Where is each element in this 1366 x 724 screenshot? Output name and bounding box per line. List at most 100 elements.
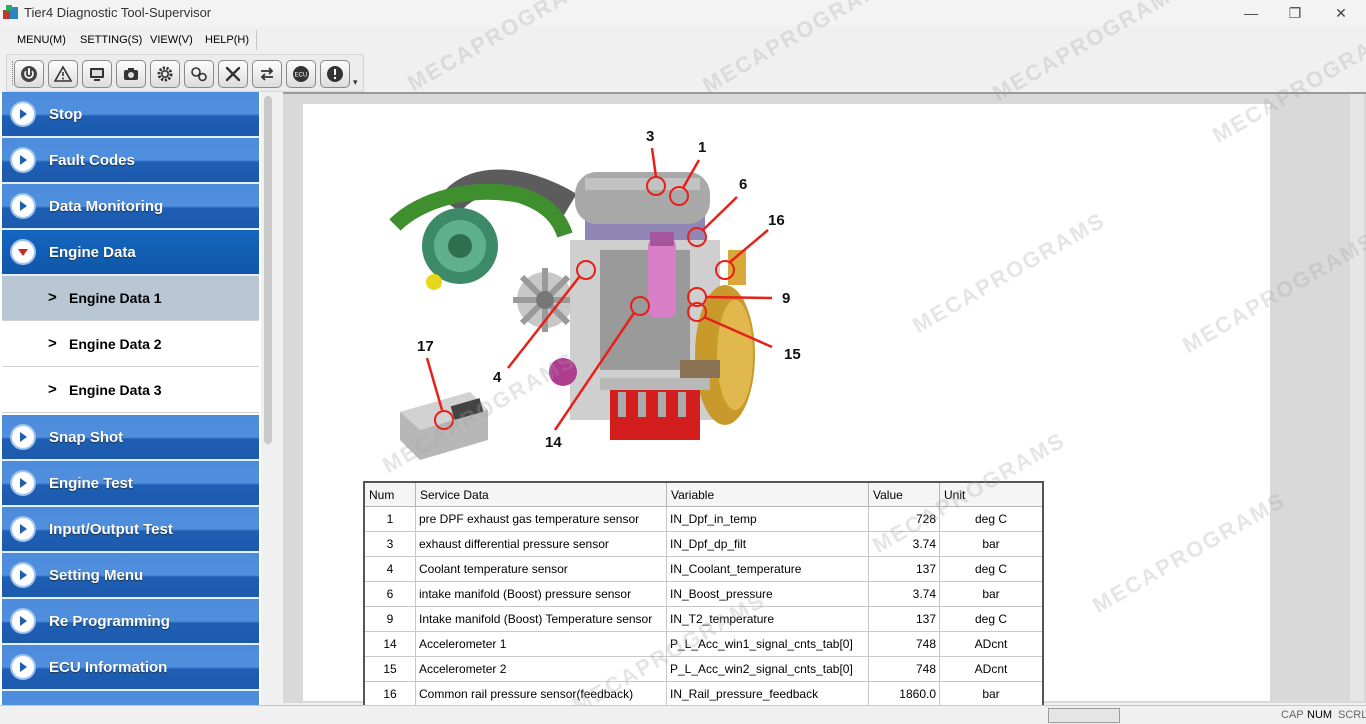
cell-unit: ADcnt (939, 631, 1044, 657)
sidebar-item-label: Snap Shot (49, 429, 124, 446)
table-row[interactable]: 3 exhaust differential pressure sensor I… (363, 531, 1044, 557)
minimize-button[interactable]: — (1228, 0, 1274, 26)
menu-help[interactable]: HELP(H) (205, 34, 249, 46)
sidebar-item-data-monitoring[interactable]: Data Monitoring (2, 184, 259, 230)
sidebar-item-engine-data[interactable]: Engine Data (2, 230, 259, 276)
sidebar: Stop Fault Codes Data Monitoring Engine … (0, 92, 261, 723)
sidebar-item-label: Setting Menu (49, 567, 144, 584)
callout-label: 14 (545, 434, 562, 451)
table-row[interactable]: 16 Common rail pressure sensor(feedback)… (363, 681, 1044, 708)
sidebar-item-ecu-information[interactable]: ECU Information (2, 645, 259, 691)
sidebar-subitem-engine-data-2[interactable]: > Engine Data 2 (2, 322, 259, 367)
callout-label: 15 (784, 346, 801, 363)
cell-num: 16 (363, 681, 416, 708)
fault-warning-button[interactable] (48, 60, 78, 88)
gear-icon (157, 66, 173, 82)
table-row[interactable]: 4 Coolant temperature sensor IN_Coolant_… (363, 556, 1044, 582)
sidebar-item-setting-menu[interactable]: Setting Menu (2, 553, 259, 599)
menu-setting[interactable]: SETTING(S) (80, 34, 142, 46)
cell-service-data: Coolant temperature sensor (415, 556, 667, 582)
toolbar-overflow-icon[interactable]: ▾ (353, 77, 358, 88)
chevron-right-icon: > (48, 381, 57, 398)
callout-label: 9 (782, 290, 791, 307)
sidebar-item-label: Fault Codes (49, 152, 135, 169)
cell-variable: IN_Boost_pressure (666, 581, 869, 607)
sidebar-item-re-programming[interactable]: Re Programming (2, 599, 259, 645)
content-scrollbar[interactable] (1350, 94, 1364, 701)
play-arrow-icon (12, 564, 34, 586)
status-scrl-indicator: SCRL (1338, 709, 1366, 721)
cell-num: 15 (363, 656, 416, 682)
table-row[interactable]: 6 intake manifold (Boost) pressure senso… (363, 581, 1044, 607)
sidebar-subitem-engine-data-3[interactable]: > Engine Data 3 (2, 368, 259, 413)
cell-variable: IN_Rail_pressure_feedback (666, 681, 869, 708)
cell-variable: IN_Dpf_in_temp (666, 506, 869, 532)
column-header-num[interactable]: Num (363, 481, 416, 507)
menu-menu[interactable]: MENU(M) (17, 34, 66, 46)
monitor-button[interactable] (82, 60, 112, 88)
sidebar-item-snap-shot[interactable]: Snap Shot (2, 415, 259, 461)
status-cap-indicator: CAP (1281, 709, 1304, 721)
table-row[interactable]: 9 Intake manifold (Boost) Temperature se… (363, 606, 1044, 632)
column-header-value[interactable]: Value (868, 481, 940, 507)
settings-button[interactable] (150, 60, 180, 88)
column-header-variable[interactable]: Variable (666, 481, 869, 507)
sidebar-scrollbar-thumb[interactable] (264, 96, 272, 444)
play-arrow-icon (12, 472, 34, 494)
status-progress-box (1048, 708, 1120, 723)
callout-label: 16 (768, 212, 785, 229)
sidebar-item-label: Input/Output Test (49, 521, 173, 538)
sidebar-item-stop[interactable]: Stop (2, 92, 259, 138)
engine-data-table: Num Service Data Variable Value Unit 1 p… (363, 481, 1044, 708)
transfer-button[interactable] (252, 60, 282, 88)
sidebar-subitem-label: Engine Data 3 (69, 382, 162, 398)
play-arrow-icon (12, 103, 34, 125)
sidebar-item-engine-test[interactable]: Engine Test (2, 461, 259, 507)
status-bar: CAP NUM SCRL (0, 705, 1366, 724)
cell-unit: deg C (939, 556, 1044, 582)
cell-service-data: intake manifold (Boost) pressure sensor (415, 581, 667, 607)
snapshot-button[interactable] (116, 60, 146, 88)
sidebar-item-fault-codes[interactable]: Fault Codes (2, 138, 259, 184)
cell-service-data: pre DPF exhaust gas temperature sensor (415, 506, 667, 532)
column-header-service-data[interactable]: Service Data (415, 481, 667, 507)
ecu-button[interactable]: ECU (286, 60, 316, 88)
cell-value: 748 (868, 631, 940, 657)
cell-unit: bar (939, 531, 1044, 557)
column-header-unit[interactable]: Unit (939, 481, 1044, 507)
alert-button[interactable] (320, 60, 350, 88)
cell-num: 14 (363, 631, 416, 657)
cell-service-data: exhaust differential pressure sensor (415, 531, 667, 557)
tools-icon (225, 66, 241, 82)
chevron-right-icon: > (48, 335, 57, 352)
cell-service-data: Accelerometer 2 (415, 656, 667, 682)
camera-icon (124, 68, 138, 80)
cell-value: 728 (868, 506, 940, 532)
cell-value: 1860.0 (868, 681, 940, 708)
table-header-row: Num Service Data Variable Value Unit (363, 481, 1044, 507)
toolbar: ECU ▾ (6, 54, 364, 92)
cell-value: 137 (868, 556, 940, 582)
sidebar-item-label: ECU Information (49, 659, 168, 676)
close-button[interactable]: ✕ (1318, 0, 1364, 26)
sidebar-item-label: Engine Test (49, 475, 133, 492)
sidebar-item-label: Engine Data (49, 244, 136, 261)
cell-num: 9 (363, 606, 416, 632)
play-arrow-icon (12, 656, 34, 678)
menu-separator (256, 30, 257, 50)
table-row[interactable]: 14 Accelerometer 1 P_L_Acc_win1_signal_c… (363, 631, 1044, 657)
app-icon (3, 5, 18, 19)
maximize-button[interactable]: ❐ (1272, 0, 1318, 26)
cell-value: 137 (868, 606, 940, 632)
menu-view[interactable]: VIEW(V) (150, 34, 193, 46)
table-row[interactable]: 15 Accelerometer 2 P_L_Acc_win2_signal_c… (363, 656, 1044, 682)
sidebar-subitem-label: Engine Data 1 (69, 290, 162, 306)
power-button[interactable] (14, 60, 44, 88)
sidebar-item-input-output-test[interactable]: Input/Output Test (2, 507, 259, 553)
cell-num: 6 (363, 581, 416, 607)
engine-test-button[interactable] (184, 60, 214, 88)
table-row[interactable]: 1 pre DPF exhaust gas temperature sensor… (363, 506, 1044, 532)
tools-button[interactable] (218, 60, 248, 88)
expanded-arrow-icon (12, 241, 34, 263)
sidebar-subitem-engine-data-1[interactable]: > Engine Data 1 (2, 276, 259, 321)
